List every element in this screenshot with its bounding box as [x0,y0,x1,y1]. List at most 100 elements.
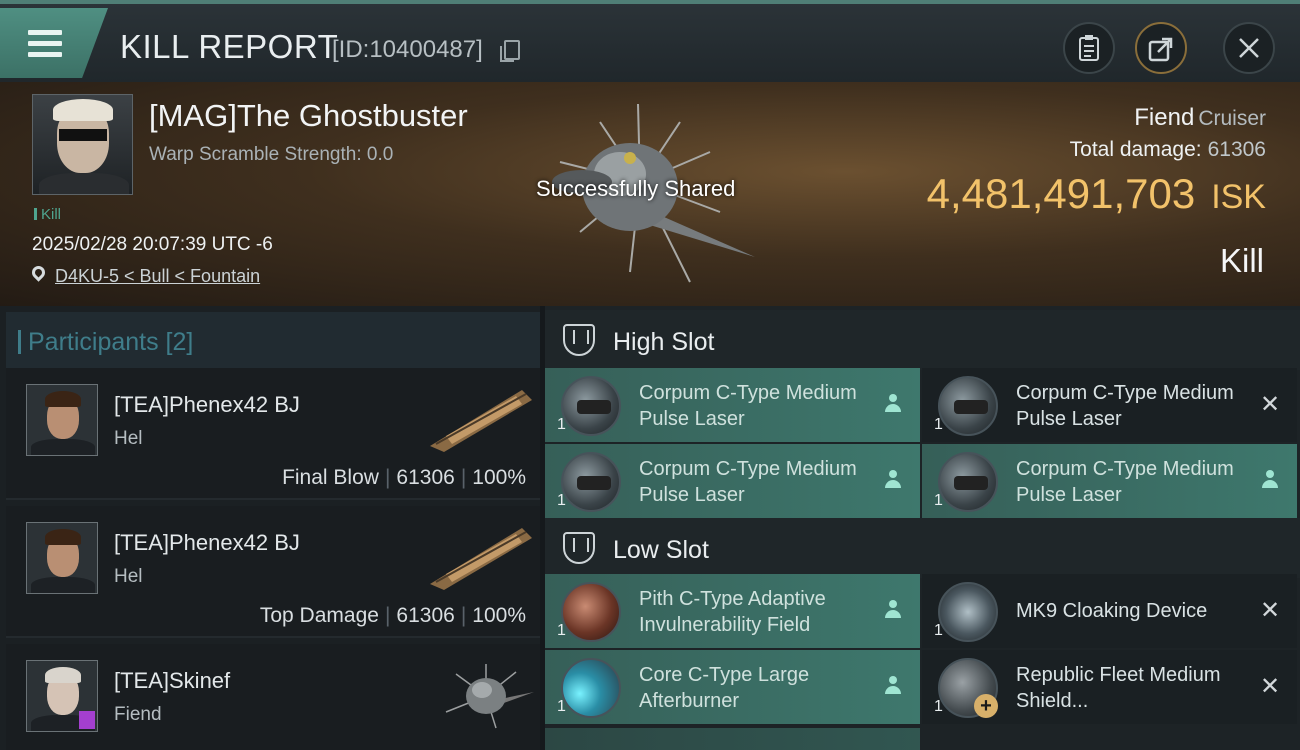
participant-name: [TEA]Skinef [114,668,231,693]
victim-summary: [MAG]The Ghostbuster Warp Scramble Stren… [0,82,1300,306]
pulse-laser-icon [561,452,621,512]
high-slot-header: High Slot [545,310,1300,370]
item-name: Corpum C-Type Medium Pulse Laser [639,382,857,430]
isk-value: 4,481,491,703 ISK [927,170,1266,218]
slot-item-partial[interactable] [545,728,920,750]
participant-damage: 61306 [396,466,455,489]
pulse-laser-icon [938,452,998,512]
victim-ship-class: Cruiser [1198,107,1266,130]
participant-ship: Fiend [114,704,162,725]
fiend-ship-image [445,664,534,729]
low-slot-icon [563,532,595,564]
item-quantity: 1 [557,698,566,715]
location-pin-icon [29,263,48,282]
participant-role: Final Blow [282,466,379,489]
victim-ship: Fiend Cruiser [1134,104,1266,132]
plus-icon: + [974,694,998,718]
slot-item[interactable]: 1 Corpum C-Type Medium Pulse Laser [545,444,920,518]
low-slot-label: Low Slot [613,536,709,564]
copy-icon[interactable] [500,40,520,62]
pulse-laser-icon [938,376,998,436]
participant-name: [TEA]Phenex42 BJ [114,530,300,555]
slot-item[interactable]: + 1 Republic Fleet Medium Shield... ✕ [922,650,1297,724]
kill-datetime: 2025/02/28 20:07:39 UTC -6 [32,234,273,255]
high-slot-label: High Slot [613,328,715,356]
slot-item[interactable]: 1 Corpum C-Type Medium Pulse Laser ✕ [922,368,1297,442]
participants-header: Participants [2] [6,312,540,370]
dropped-person-icon [882,676,904,698]
kill-id: [ID:10400487] [332,36,483,63]
victim-avatar[interactable] [32,94,133,195]
item-quantity: 1 [557,416,566,433]
slot-item[interactable]: 1 Pith C-Type Adaptive Invulnerability F… [545,574,920,648]
afterburner-icon [561,658,621,718]
fitting-panel: High Slot 1 Corpum C-Type Medium Pulse L… [545,306,1300,750]
participant-name: [TEA]Phenex42 BJ [114,392,300,417]
dropped-person-icon [882,600,904,622]
participants-title: Participants [2] [17,328,194,356]
total-damage: Total damage: 61306 [1070,138,1266,162]
participant-row[interactable]: [TEA]Phenex42 BJ Hel Final Blow | 61306 | 10… [6,368,540,500]
item-name: Core C-Type Large Afterburner [639,664,810,712]
clipboard-button[interactable] [1063,22,1115,74]
item-quantity: 1 [557,622,566,639]
total-damage-label: Total damage: [1069,138,1202,161]
close-button[interactable] [1223,22,1275,74]
high-slot-icon [563,324,595,356]
participant-avatar[interactable] [26,384,98,456]
item-quantity: 1 [934,416,943,433]
item-quantity: 1 [934,622,943,639]
hel-ship-image [430,528,532,590]
total-damage-value: 61306 [1207,138,1266,161]
participant-avatar[interactable] [26,522,98,594]
victim-name[interactable]: [MAG]The Ghostbuster [149,98,468,134]
cloaking-device-icon [938,582,998,642]
item-name: Corpum C-Type Medium Pulse Laser [639,458,857,506]
isk-amount: 4,481,491,703 [926,170,1196,217]
destroyed-x-icon: ✕ [1259,391,1281,418]
close-icon [1239,38,1259,58]
menu-button[interactable] [0,8,108,78]
participant-percent: 100% [472,604,526,627]
role-badge-icon [79,711,95,729]
participant-avatar[interactable] [26,660,98,732]
participant-stats: Final Blow | 61306 | 100% [282,466,526,489]
destroyed-x-icon: ✕ [1259,673,1281,700]
share-button[interactable] [1135,22,1187,74]
page-title: KILL REPORT [120,28,339,65]
participant-row[interactable]: [TEA]Skinef Fiend [6,644,540,750]
pulse-laser-icon [561,376,621,436]
slot-item[interactable]: 1 MK9 Cloaking Device ✕ [922,574,1297,648]
slot-item[interactable]: 1 Core C-Type Large Afterburner [545,650,920,724]
participant-damage: 61306 [396,604,455,627]
participant-stats: Top Damage | 61306 | 100% [259,604,526,627]
item-name: MK9 Cloaking Device [1016,600,1208,622]
dropped-person-icon [1259,470,1281,492]
slot-item[interactable]: 1 Corpum C-Type Medium Pulse Laser [545,368,920,442]
item-quantity: 1 [557,492,566,509]
participant-ship: Hel [114,428,143,449]
participant-percent: 100% [472,466,526,489]
item-quantity: 1 [934,492,943,509]
slot-item[interactable]: 1 Corpum C-Type Medium Pulse Laser [922,444,1297,518]
kill-result: Kill [1219,242,1264,279]
dropped-person-icon [882,470,904,492]
victim-ship-name: Fiend [1134,104,1195,131]
item-name: Republic Fleet Medium Shield... [1016,664,1221,712]
shared-toast: Successfully Shared [536,176,736,201]
participant-row[interactable]: [TEA]Phenex42 BJ Hel Top Damage | 61306 | 10… [6,506,540,638]
participant-role: Top Damage [259,604,379,627]
hel-ship-image [430,390,532,452]
hamburger-icon [28,30,62,63]
destroyed-x-icon: ✕ [1259,597,1281,624]
participants-panel: Participants [2] [TEA]Phenex42 BJ Hel Fi… [0,306,540,750]
shield-extender-icon: + [938,658,998,718]
participant-ship: Hel [114,566,143,587]
dropped-person-icon [882,394,904,416]
top-bar: KILL REPORT [ID:10400487] [0,0,1300,82]
item-name: Corpum C-Type Medium Pulse Laser [1016,458,1234,506]
item-name: Corpum C-Type Medium Pulse Laser [1016,382,1234,430]
clipboard-icon [1079,35,1099,61]
item-name: Pith C-Type Adaptive Invulnerability Fie… [639,588,826,636]
location-link[interactable]: D4KU-5 < Bull < Fountain [55,266,260,287]
